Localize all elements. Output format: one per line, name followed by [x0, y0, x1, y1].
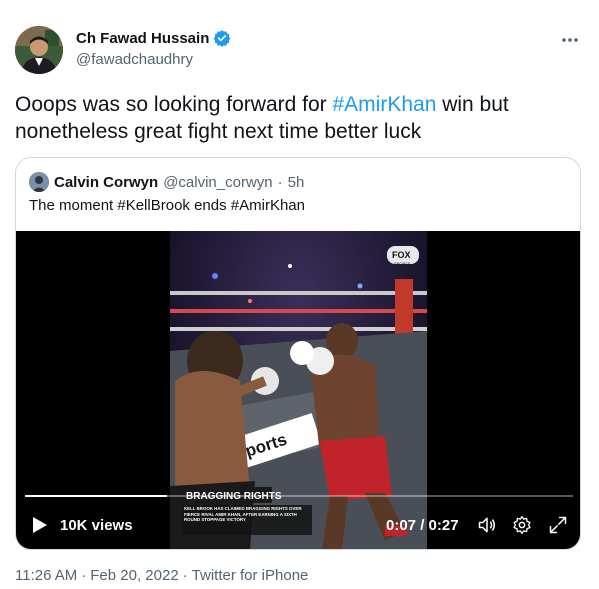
video-player[interactable]: sports nce FOX: [16, 231, 580, 549]
video-time: 0:07 / 0:27: [386, 517, 459, 534]
tweet-source[interactable]: Twitter for iPhone: [192, 567, 309, 584]
tweet-date[interactable]: Feb 20, 2022: [90, 567, 178, 584]
video-progress-fill: [25, 495, 168, 497]
tweet-text-part: Ooops was so looking forward for: [15, 93, 333, 116]
video-frame: sports nce FOX: [170, 231, 427, 549]
tweet-time[interactable]: 11:26 AM: [15, 567, 77, 584]
quoted-handle[interactable]: @calvin_corwyn: [163, 174, 272, 191]
hashtag-link[interactable]: #AmirKhan: [332, 93, 436, 116]
fox-logo-sub: SPORTS: [394, 261, 411, 266]
video-views: 10K views: [60, 517, 133, 534]
tweet-text: Ooops was so looking forward for #AmirKh…: [15, 91, 585, 145]
video-progress-bar[interactable]: [25, 495, 573, 497]
separator: ·: [81, 567, 87, 584]
quoted-tweet[interactable]: Calvin Corwyn @calvin_corwyn · 5h The mo…: [15, 157, 581, 550]
play-icon[interactable]: [32, 516, 48, 534]
separator: ·: [182, 567, 188, 584]
quoted-text: The moment #KellBrook ends #AmirKhan: [29, 197, 305, 214]
lower-third-text: KELL BROOK HAS CLAIMED BRAGGING RIGHTS O…: [184, 506, 302, 522]
settings-icon[interactable]: [512, 515, 532, 535]
quoted-avatar[interactable]: [29, 172, 49, 192]
tweet-meta: 11:26 AM · Feb 20, 2022 · Twitter for iP…: [15, 567, 308, 584]
separator: ·: [277, 173, 283, 191]
fullscreen-icon[interactable]: [548, 515, 568, 535]
quoted-time[interactable]: 5h: [288, 174, 305, 191]
fox-logo: FOX: [392, 250, 411, 260]
author-avatar[interactable]: [15, 26, 63, 74]
quoted-display-name[interactable]: Calvin Corwyn: [54, 174, 158, 191]
more-icon[interactable]: [561, 30, 579, 44]
author-handle[interactable]: @fawadchaudhry: [76, 51, 193, 68]
verified-badge-icon: [213, 29, 231, 47]
volume-icon[interactable]: [477, 515, 497, 535]
author-display-name[interactable]: Ch Fawad Hussain: [76, 30, 209, 47]
